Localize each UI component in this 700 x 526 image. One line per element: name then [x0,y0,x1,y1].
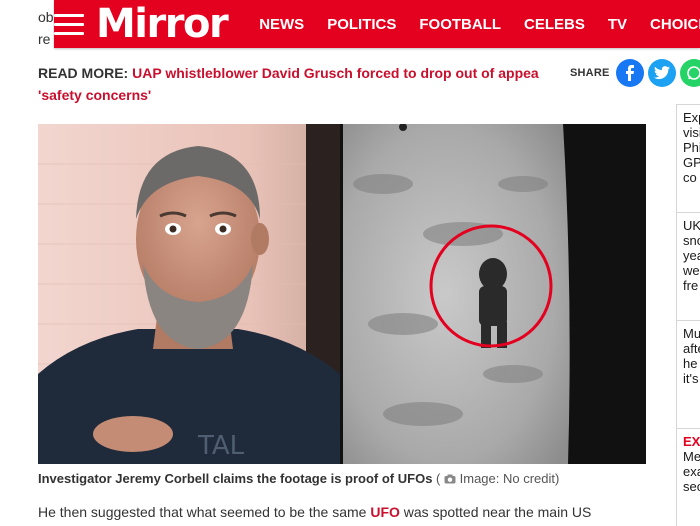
ufo-link[interactable]: UFO [370,504,400,520]
caption-open-paren: ( [436,471,441,486]
nav-item-choice[interactable]: CHOICE [650,16,700,33]
image-caption: Investigator Jeremy Corbell claims the f… [38,469,658,489]
caption-credit: ( Image: No credit) [436,471,559,486]
main-nav: NEWS POLITICS FOOTBALL CELEBS TV CHOICE [259,0,700,48]
article-paragraph: He then suggested that what seemed to be… [38,500,648,524]
nav-item-celebs[interactable]: CELEBS [524,16,585,33]
menu-bar [54,22,84,26]
paragraph-text-start: He then suggested that what seemed to be… [38,504,371,520]
read-more-link-text: UAP whistleblower David Grusch forced to… [132,65,539,81]
article-page: ob re Mirror NEWS POLITICS FOOTBALL CELE… [0,0,700,526]
caption-credit-text: Image: No credit [459,471,556,486]
sidebar-card-line: exa [683,464,700,479]
sidebar-card-line: Me [683,449,700,464]
sidebar-card-line: Phi [683,140,700,155]
read-more-block: READ MORE: UAP whistleblower David Grusc… [38,62,578,106]
sidebar-card-line: sec [683,479,700,494]
twitter-icon[interactable] [647,59,676,87]
article-image[interactable]: TAL [38,124,646,464]
camera-icon [444,474,456,484]
sidebar-card[interactable]: UK sno yea we fre [676,212,700,320]
share-bar: SHARE [548,56,700,90]
nav-item-tv[interactable]: TV [608,16,627,33]
sidebar-card-line: sno [683,233,700,248]
sidebar-card-line: co [683,170,697,185]
sidebar-card-line: Mu [683,326,700,341]
sidebar-card-line: GP [683,155,700,170]
sidebar-card[interactable]: Exp visi Phi GP co [676,104,700,212]
paragraph-text-end: was spotted near the main US [399,504,592,520]
sidebar-card-line: fre [683,278,699,293]
site-header: Mirror NEWS POLITICS FOOTBALL CELEBS TV … [54,0,700,48]
menu-bar [54,31,84,35]
hamburger-menu-button[interactable] [54,0,84,48]
caption-text: Investigator Jeremy Corbell claims the f… [38,471,433,486]
share-label: SHARE [570,67,610,79]
mirror-logo[interactable]: Mirror [96,0,229,48]
thermal-footage [343,124,646,464]
sidebar-card-line: Exp [683,110,700,125]
sidebar-card[interactable]: Mu afte he it's [676,320,700,428]
nav-item-politics[interactable]: POLITICS [327,16,396,33]
nav-item-football[interactable]: FOOTBALL [419,16,501,33]
sidebar-card-line: yea [683,248,700,263]
read-more-link-text-line2: 'safety concerns' [38,87,152,103]
caption-close-paren: ) [555,471,560,486]
sidebar-card-line: he [683,356,698,371]
sidebar-card-line: we [683,263,700,278]
sidebar-card-tag: EX [683,434,700,449]
sidebar-card[interactable]: EX Me exa sec [676,428,700,526]
whatsapp-icon[interactable] [679,59,700,87]
facebook-icon[interactable] [615,59,644,87]
sidebar-card-line: it's [683,371,699,386]
nav-item-news[interactable]: NEWS [259,16,304,33]
sidebar-card-line: visi [683,125,700,140]
menu-bar [54,13,84,17]
sidebar-card-line: afte [683,341,700,356]
svg-text:TAL: TAL [197,431,245,461]
sidebar-related: Exp visi Phi GP co UK sno yea we fre Mu … [676,104,700,526]
read-more-label: READ MORE: [38,65,129,81]
sidebar-card-line: UK [683,218,700,233]
portrait-photo: TAL [38,124,340,464]
